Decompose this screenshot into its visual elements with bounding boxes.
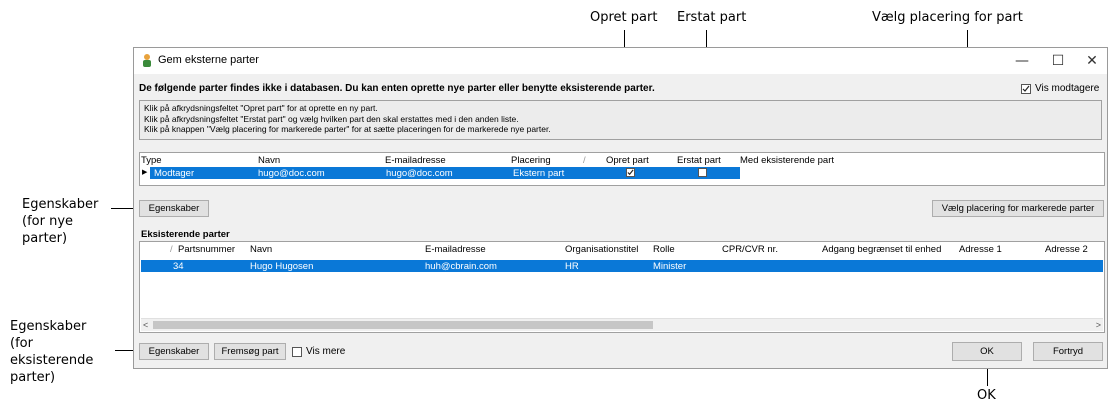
existing-parties-grid: / Partsnummer Navn E-mailadresse Organis… xyxy=(139,241,1105,333)
cell-type: Modtager xyxy=(154,168,195,179)
vis-modtagere-toggle[interactable]: Vis modtagere xyxy=(1021,83,1099,94)
headline-text: De følgende parter findes ikke i databas… xyxy=(139,83,655,94)
instructions-box: Klik på afkrydsningsfeltet "Opret part" … xyxy=(139,100,1102,140)
dialog-window: Gem eksterne parter — ☐ ✕ De følgende pa… xyxy=(133,47,1108,369)
people-icon xyxy=(143,54,151,67)
column-header[interactable]: Organisationstitel xyxy=(565,244,638,255)
column-header[interactable]: Adresse 1 xyxy=(959,244,1002,255)
egenskaber-new-button[interactable]: Egenskaber xyxy=(139,200,209,217)
cell-navn: hugo@doc.com xyxy=(258,168,325,179)
column-header-navn[interactable]: Navn xyxy=(258,155,280,166)
column-header-type[interactable]: Type xyxy=(141,155,162,166)
cell-partsnummer: 34 xyxy=(173,261,184,272)
scroll-left-icon[interactable]: < xyxy=(143,319,148,331)
vis-mere-toggle[interactable]: Vis mere xyxy=(292,346,345,357)
close-button[interactable]: ✕ xyxy=(1074,48,1109,74)
callout-ok: OK xyxy=(977,388,996,403)
egenskaber-existing-button[interactable]: Egenskaber xyxy=(139,343,209,360)
title-bar: Gem eksterne parter — ☐ ✕ xyxy=(134,48,1107,74)
cell-navn: Hugo Hugosen xyxy=(250,261,314,272)
callout-vaelg-placering: Vælg placering for part xyxy=(872,10,1023,25)
checkmark-icon xyxy=(627,169,634,176)
callout-opret-part: Opret part xyxy=(590,10,658,25)
sort-indicator: / xyxy=(583,155,586,166)
instruction-line: Klik på afkrydsningsfeltet "Erstat part"… xyxy=(144,113,519,124)
existing-section-label: Eksisterende parter xyxy=(141,229,230,240)
table-row[interactable]: Modtager hugo@doc.com hugo@doc.com Ekste… xyxy=(150,167,740,179)
instruction-line: Klik på afkrydsningsfeltet "Opret part" … xyxy=(144,103,378,113)
column-header-opret[interactable]: Opret part xyxy=(606,155,649,166)
column-header[interactable]: Navn xyxy=(250,244,272,255)
cell-rolle: Minister xyxy=(653,261,687,272)
instruction-line: Klik på knappen "Vælg placering for mark… xyxy=(144,124,551,134)
column-header-placering[interactable]: Placering xyxy=(511,155,551,166)
row-pointer-icon: ▶ xyxy=(142,169,148,176)
vaelg-placering-button[interactable]: Vælg placering for markerede parter xyxy=(932,200,1104,217)
scroll-right-icon[interactable]: > xyxy=(1096,319,1101,331)
callout-egenskaber-nye: Egenskaber (for nye parter) xyxy=(22,197,99,246)
fremsoeg-part-button[interactable]: Fremsøg part xyxy=(214,343,286,360)
erstat-part-checkbox[interactable] xyxy=(698,168,707,177)
opret-part-checkbox[interactable] xyxy=(626,168,635,177)
column-header[interactable]: Adresse 2 xyxy=(1045,244,1088,255)
column-header-email[interactable]: E-mailadresse xyxy=(385,155,446,166)
cell-email: huh@cbrain.com xyxy=(425,261,497,272)
new-parties-grid: Type Navn E-mailadresse Placering / Opre… xyxy=(139,152,1105,186)
cell-email: hugo@doc.com xyxy=(386,168,453,179)
column-header[interactable]: Rolle xyxy=(653,244,675,255)
fortryd-button[interactable]: Fortryd xyxy=(1033,342,1103,361)
column-header[interactable]: Partsnummer xyxy=(178,244,235,255)
scrollbar-thumb[interactable] xyxy=(153,321,653,329)
maximize-button[interactable]: ☐ xyxy=(1040,48,1076,74)
vis-mere-label: Vis mere xyxy=(306,346,346,357)
callout-egenskaber-eksisterende: Egenskaber (for eksisterende parter) xyxy=(10,319,94,385)
cell-placering: Ekstern part xyxy=(513,168,565,179)
callout-erstat-part: Erstat part xyxy=(677,10,747,25)
checkmark-icon xyxy=(1022,85,1030,92)
ok-button[interactable]: OK xyxy=(952,342,1022,361)
column-header[interactable]: CPR/CVR nr. xyxy=(722,244,778,255)
table-row[interactable]: 34 Hugo Hugosen huh@cbrain.com HR Minist… xyxy=(141,260,1103,272)
vis-modtagere-label: Vis modtagere xyxy=(1035,83,1100,94)
sort-indicator: / xyxy=(170,244,173,255)
cell-organisationstitel: HR xyxy=(565,261,579,272)
vis-modtagere-checkbox[interactable] xyxy=(1021,83,1031,94)
column-header[interactable]: E-mailadresse xyxy=(425,244,486,255)
vis-mere-checkbox[interactable] xyxy=(292,346,302,357)
window-title: Gem eksterne parter xyxy=(158,54,259,66)
horizontal-scrollbar[interactable]: < > xyxy=(141,318,1103,331)
column-header-erstat[interactable]: Erstat part xyxy=(677,155,721,166)
minimize-button[interactable]: — xyxy=(1004,48,1040,74)
column-header-med[interactable]: Med eksisterende part xyxy=(740,155,834,166)
column-header[interactable]: Adgang begrænset til enhed xyxy=(822,244,941,255)
